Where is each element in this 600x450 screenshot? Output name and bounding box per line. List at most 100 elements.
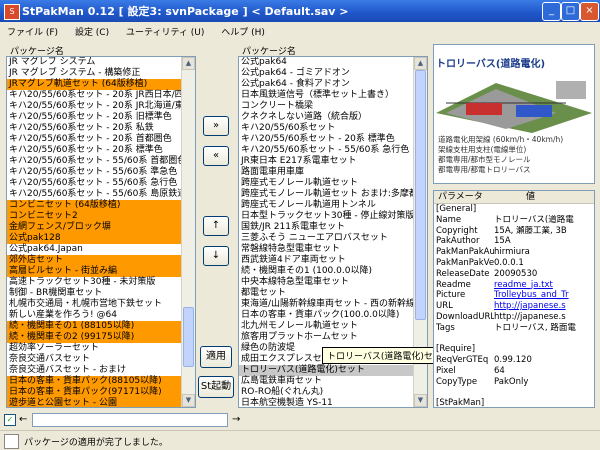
package-list-item[interactable]: 日本の客車・貨車パック(88105以降) (7, 376, 195, 387)
scroll-down-icon[interactable]: ▼ (414, 394, 427, 407)
package-list-item[interactable]: 続・機関車その2 (99175以降) (7, 332, 195, 343)
menu-file[interactable]: ファイル (F) (0, 22, 65, 41)
package-list-item[interactable]: キハ20/55/60系セット - 55/60系 島原鉄道 (7, 189, 195, 200)
installed-list-item[interactable]: 跨座式モノレール軌道セット (239, 178, 427, 189)
package-list-item[interactable]: キハ20/55/60系セット - 20系 首都圏色 (7, 134, 195, 145)
left-list-scrollbar[interactable]: ▲ ▼ (181, 57, 195, 407)
available-package-list[interactable]: JR マグレブ システム JR マグレブ システム - 構築修正 JRマグレブ軌道セ… (6, 56, 196, 408)
package-list-item[interactable]: キハ20/55/60系セット - 55/60系 首都圏色 (7, 156, 195, 167)
installed-list-item[interactable]: 北九州モノレール軌道セット (239, 321, 427, 332)
package-list-item[interactable]: 続・機関車その1 (88105以降) (7, 321, 195, 332)
package-list-item[interactable]: 金網フェンス/ブロック塀 (7, 222, 195, 233)
installed-list-item[interactable]: 公式pak64 - ゴミアドオン (239, 68, 427, 79)
package-list-item[interactable]: 公式pak128 (7, 233, 195, 244)
package-list-item[interactable]: キハ20/55/60系セット - 20系 標準色 (7, 145, 195, 156)
package-list-item[interactable]: 奈良交通バスセット - おまけ (7, 365, 195, 376)
installed-list-item[interactable]: 公式pak64 (239, 57, 427, 68)
package-list-item[interactable]: 遊歩道と公園セット - 公園 (7, 398, 195, 407)
property-row[interactable] (434, 388, 594, 399)
installed-list-item[interactable]: 日本の客車・貨車パック(100.0.0以降) (239, 310, 427, 321)
property-row[interactable]: PakAuthor 15A (434, 236, 594, 247)
property-row[interactable]: DownloadURL http://japanese.s (434, 312, 594, 323)
add-all-button[interactable]: » (203, 116, 229, 136)
scroll-down-icon[interactable]: ▼ (182, 394, 195, 407)
installed-list-item[interactable]: 日本風鉄道信号（標準セット上書き） (239, 90, 427, 101)
scroll-thumb[interactable] (183, 307, 194, 367)
package-list-item[interactable]: 奈良交通バスセット (7, 354, 195, 365)
installed-list-item[interactable]: 続・機関車その1 (100.0.0以降) (239, 266, 427, 277)
property-row[interactable]: ReqVerGTEq 0.99.120 (434, 355, 594, 366)
installed-list-item[interactable]: JR東日本 E217系電車セット (239, 156, 427, 167)
menu-settings[interactable]: 設定 (C) (68, 22, 116, 41)
installed-list-item[interactable]: 日本型トラックセット30種 - 停止線対策版 (239, 211, 427, 222)
installed-list-item[interactable]: 旅客用プラットホームセット (239, 332, 427, 343)
property-row[interactable]: [StPakMan] (434, 398, 594, 407)
property-row[interactable]: Copyright 15A, 瀬藤工業, 3B (434, 226, 594, 237)
installed-list-item[interactable]: 広島電鉄車両セット (239, 376, 427, 387)
scroll-up-icon[interactable]: ▲ (182, 57, 195, 70)
installed-list-item[interactable]: キハ20/55/60系セット - 55/60系 急行色 (239, 145, 427, 156)
property-row[interactable]: Tags トロリーバス, 路面電 (434, 323, 594, 334)
package-list-item[interactable]: キハ20/55/60系セット - 20系 旧標準色 (7, 112, 195, 123)
maximize-button[interactable]: □ (561, 2, 580, 21)
search-input[interactable] (32, 413, 228, 427)
property-link[interactable]: http://japanese.s (494, 301, 594, 312)
param-column-header[interactable]: パラメータ (434, 191, 496, 203)
package-list-item[interactable]: 郊外店セット (7, 255, 195, 266)
scroll-thumb[interactable] (415, 70, 426, 320)
property-link[interactable]: readme_ja.txt (494, 280, 594, 291)
package-list-item[interactable]: キハ20/55/60系セット - 20系 JR西日本/四国 (7, 90, 195, 101)
installed-list-item[interactable]: 三菱ふそう ニューエアロバスセット (239, 233, 427, 244)
forward-arrow-icon[interactable]: → (232, 414, 240, 425)
property-row[interactable]: [Require] (434, 344, 594, 355)
scroll-up-icon[interactable]: ▲ (414, 57, 427, 70)
installed-list-item[interactable]: 跨座式モノレール軌道用トンネル (239, 200, 427, 211)
back-arrow-icon[interactable]: ← (19, 414, 27, 425)
installed-list-item[interactable]: RO-RO船(ぐれん丸) (239, 387, 427, 398)
installed-list-item[interactable]: 日本航空機製造 YS-11 (239, 398, 427, 407)
move-up-button[interactable]: ↑ (203, 216, 229, 236)
installed-list-item[interactable]: コンクリート橋梁 (239, 101, 427, 112)
launch-simutrans-button[interactable]: St起動 (198, 376, 234, 398)
package-list-item[interactable]: キハ20/55/60系セット - 55/60系 急行色 (7, 178, 195, 189)
package-list-item[interactable]: コンビニセット (64版移植) (7, 200, 195, 211)
property-row[interactable]: PakManPakAuthorhirmiura (434, 247, 594, 258)
minimize-button[interactable]: _ (542, 2, 561, 21)
installed-list-item[interactable]: 中央本線特急型電車セット (239, 277, 427, 288)
package-list-item[interactable]: 高層ビルセット - 街並み編 (7, 266, 195, 277)
menu-utility[interactable]: ユーティリティ (U) (119, 22, 211, 41)
installed-list-item[interactable]: トロリーバス(道路電化)セット (239, 365, 427, 376)
installed-list-item[interactable]: 公式pak64 - 食料アドオン (239, 79, 427, 90)
installed-list-item[interactable]: 常磐線特急型電車セット (239, 244, 427, 255)
menu-help[interactable]: ヘルプ (H) (214, 22, 272, 41)
package-list-item[interactable]: 札幌市交通局・札幌市営地下鉄セット (7, 299, 195, 310)
apply-button[interactable]: 適用 (200, 346, 232, 368)
property-row[interactable]: [General] (434, 204, 594, 215)
property-row[interactable]: Picture Trolleybus_and_Tr (434, 290, 594, 301)
property-row[interactable] (434, 334, 594, 345)
filter-checkbox[interactable]: ✓ (4, 414, 16, 426)
property-row[interactable]: CopyType PakOnly (434, 377, 594, 388)
package-list-item[interactable]: キハ20/55/60系セット - 20系 私鉄 (7, 123, 195, 134)
remove-all-button[interactable]: « (203, 146, 229, 166)
package-list-item[interactable]: JR マグレブ システム - 構築修正 (7, 68, 195, 79)
installed-list-item[interactable]: キハ20/55/60系セット (239, 123, 427, 134)
package-list-item[interactable]: 超効率ソーラーセット (7, 343, 195, 354)
close-button[interactable]: × (580, 2, 599, 21)
package-list-item[interactable]: キハ20/55/60系セット - 20系 JR北海道/東日 (7, 101, 195, 112)
package-list-item[interactable]: キハ20/55/60系セット - 55/60系 準急色 (7, 167, 195, 178)
property-row[interactable]: ReleaseDate 20090530 (434, 269, 594, 280)
package-list-item[interactable]: JR マグレブ システム (7, 57, 195, 68)
package-list-item[interactable]: 新しい産業を作ろう! @64 (7, 310, 195, 321)
move-down-button[interactable]: ↓ (203, 246, 229, 266)
property-row[interactable]: Pixel 64 (434, 366, 594, 377)
package-properties-table[interactable]: パラメータ 値 [General] Name トロリーバス(道路電 Copyright… (433, 190, 595, 408)
installed-list-item[interactable]: 国鉄/JR 211系電車セット (239, 222, 427, 233)
installed-list-item[interactable]: キハ20/55/60系セット - 20系 標準色 (239, 134, 427, 145)
value-column-header[interactable]: 値 (496, 191, 594, 203)
package-list-item[interactable]: 制御 - BR機関車セット (7, 288, 195, 299)
package-list-item[interactable]: コンビニセット2 (7, 211, 195, 222)
installed-list-item[interactable]: クネクネしない道路（統合版） (239, 112, 427, 123)
installed-list-item[interactable]: 路面電車用車庫 (239, 167, 427, 178)
package-list-item[interactable]: 高速トラックセット30種 - 未対策版 (7, 277, 195, 288)
